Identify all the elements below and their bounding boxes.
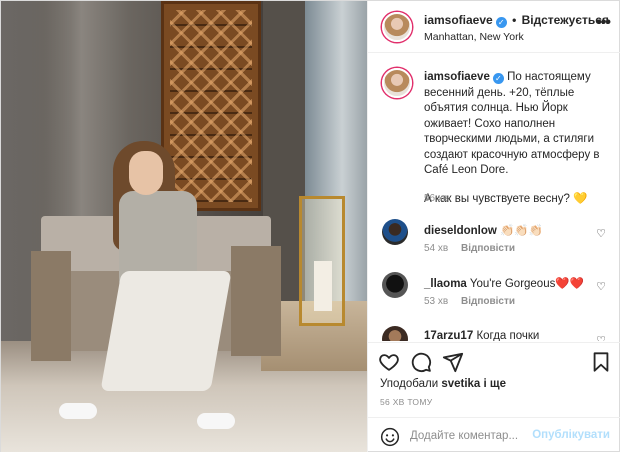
comment-heart-icon[interactable]: ♡ [596, 227, 606, 240]
shoe-left [59, 403, 97, 419]
comment-text-line: _llaoma You're Gorgeous❤️❤️ [424, 276, 584, 290]
lantern [299, 196, 345, 326]
add-comment-bar: Опублікувати [368, 417, 620, 452]
comment-meta: 53 хв Відповісти [424, 296, 515, 307]
share-icon-svg [442, 352, 464, 373]
post-sidebar: iamsofiaeve ✓ • Відстежується Manhattan, … [367, 1, 620, 452]
comment-text: You're Gorgeous❤️❤️ [469, 278, 584, 290]
comment-time[interactable]: 54 хв [424, 243, 448, 254]
comment-icon[interactable] [410, 351, 432, 373]
sofa-arm-left [31, 251, 71, 361]
more-options-icon[interactable]: ••• [596, 14, 611, 32]
comment-username[interactable]: 17arzu17 [424, 330, 473, 341]
caption-timestamp[interactable]: 56 хв [424, 193, 448, 204]
reply-button[interactable]: Відповісти [461, 243, 515, 254]
bookmark-icon[interactable] [590, 351, 612, 373]
comment-username[interactable]: _llaoma [424, 278, 467, 290]
location-link[interactable]: Manhattan, New York [424, 31, 524, 43]
share-icon[interactable] [442, 351, 464, 373]
action-bar [368, 342, 620, 380]
instagram-post: iamsofiaeve ✓ • Відстежується Manhattan, … [0, 0, 620, 452]
reply-button[interactable]: Відповісти [461, 296, 515, 307]
post-header: iamsofiaeve ✓ • Відстежується Manhattan, … [368, 1, 620, 53]
separator-dot: • [512, 13, 517, 27]
commenter-avatar[interactable] [382, 326, 408, 341]
comment-heart-icon[interactable]: ♡ [596, 334, 606, 341]
candle [314, 261, 332, 311]
comment-item: dieseldonlow 👏🏻👏🏻👏🏻 54 хв Відповісти ♡ [368, 219, 620, 265]
post-photo[interactable] [1, 1, 367, 452]
comment-text: 👏🏻👏🏻👏🏻 [500, 225, 544, 237]
likes-prefix: Уподобали [380, 378, 439, 390]
commenter-avatar[interactable] [382, 272, 408, 298]
woman-legs [100, 271, 232, 391]
heart-icon-svg [379, 354, 399, 371]
verified-badge-icon: ✓ [495, 17, 507, 28]
yellow-heart-emoji: 💛 [573, 192, 588, 205]
comment-meta: 54 хв Відповісти [424, 243, 515, 254]
author-avatar[interactable] [382, 12, 412, 42]
smiley-icon-svg [380, 427, 400, 447]
verified-badge-icon: ✓ [492, 73, 504, 84]
smiley-icon[interactable] [380, 427, 400, 447]
comment-input[interactable] [410, 426, 540, 446]
likes-summary: Уподобали svetika і ще [380, 378, 506, 390]
comment-username[interactable]: dieseldonlow [424, 225, 497, 237]
post-timestamp[interactable]: 56 ХВ ТОМУ [380, 397, 432, 407]
heart-icon[interactable] [378, 351, 400, 373]
comment-item: _llaoma You're Gorgeous❤️❤️ 53 хв Відпов… [368, 272, 620, 318]
comment-time[interactable]: 53 хв [424, 296, 448, 307]
caption-question: А как вы чувствуете весну? 💛 [424, 192, 612, 208]
caption-username[interactable]: iamsofiaeve [424, 71, 490, 83]
comment-text: Когда почки [476, 330, 540, 341]
caption-text: По настоящему весенний день. +20, тёплые… [424, 71, 600, 176]
comment-item: 17arzu17 Когда почки ♡ [368, 326, 620, 341]
liker-username[interactable]: svetika [441, 378, 480, 390]
author-line: iamsofiaeve ✓ • Відстежується [424, 13, 609, 28]
comment-text-line: 17arzu17 Когда почки [424, 330, 539, 341]
commenter-avatar[interactable] [382, 219, 408, 245]
likes-others-link[interactable]: і ще [484, 378, 507, 390]
sofa-arm-right [231, 246, 281, 356]
wooden-lattice-screen [161, 1, 261, 211]
lattice-pattern [170, 10, 252, 202]
post-caption: iamsofiaeve ✓ По настоящему весенний день… [424, 70, 612, 207]
bookmark-icon-svg [593, 352, 609, 372]
author-username[interactable]: iamsofiaeve [424, 13, 493, 27]
comments-section[interactable]: iamsofiaeve ✓ По настоящему весенний день… [368, 54, 620, 341]
comment-heart-icon[interactable]: ♡ [596, 280, 606, 293]
caption-author-avatar[interactable] [382, 68, 412, 98]
woman-face [129, 151, 163, 195]
comment-text-line: dieseldonlow 👏🏻👏🏻👏🏻 [424, 223, 543, 237]
publish-comment-button[interactable]: Опублікувати [532, 429, 610, 441]
shoe-right [197, 413, 235, 429]
comment-icon-svg [411, 352, 432, 373]
